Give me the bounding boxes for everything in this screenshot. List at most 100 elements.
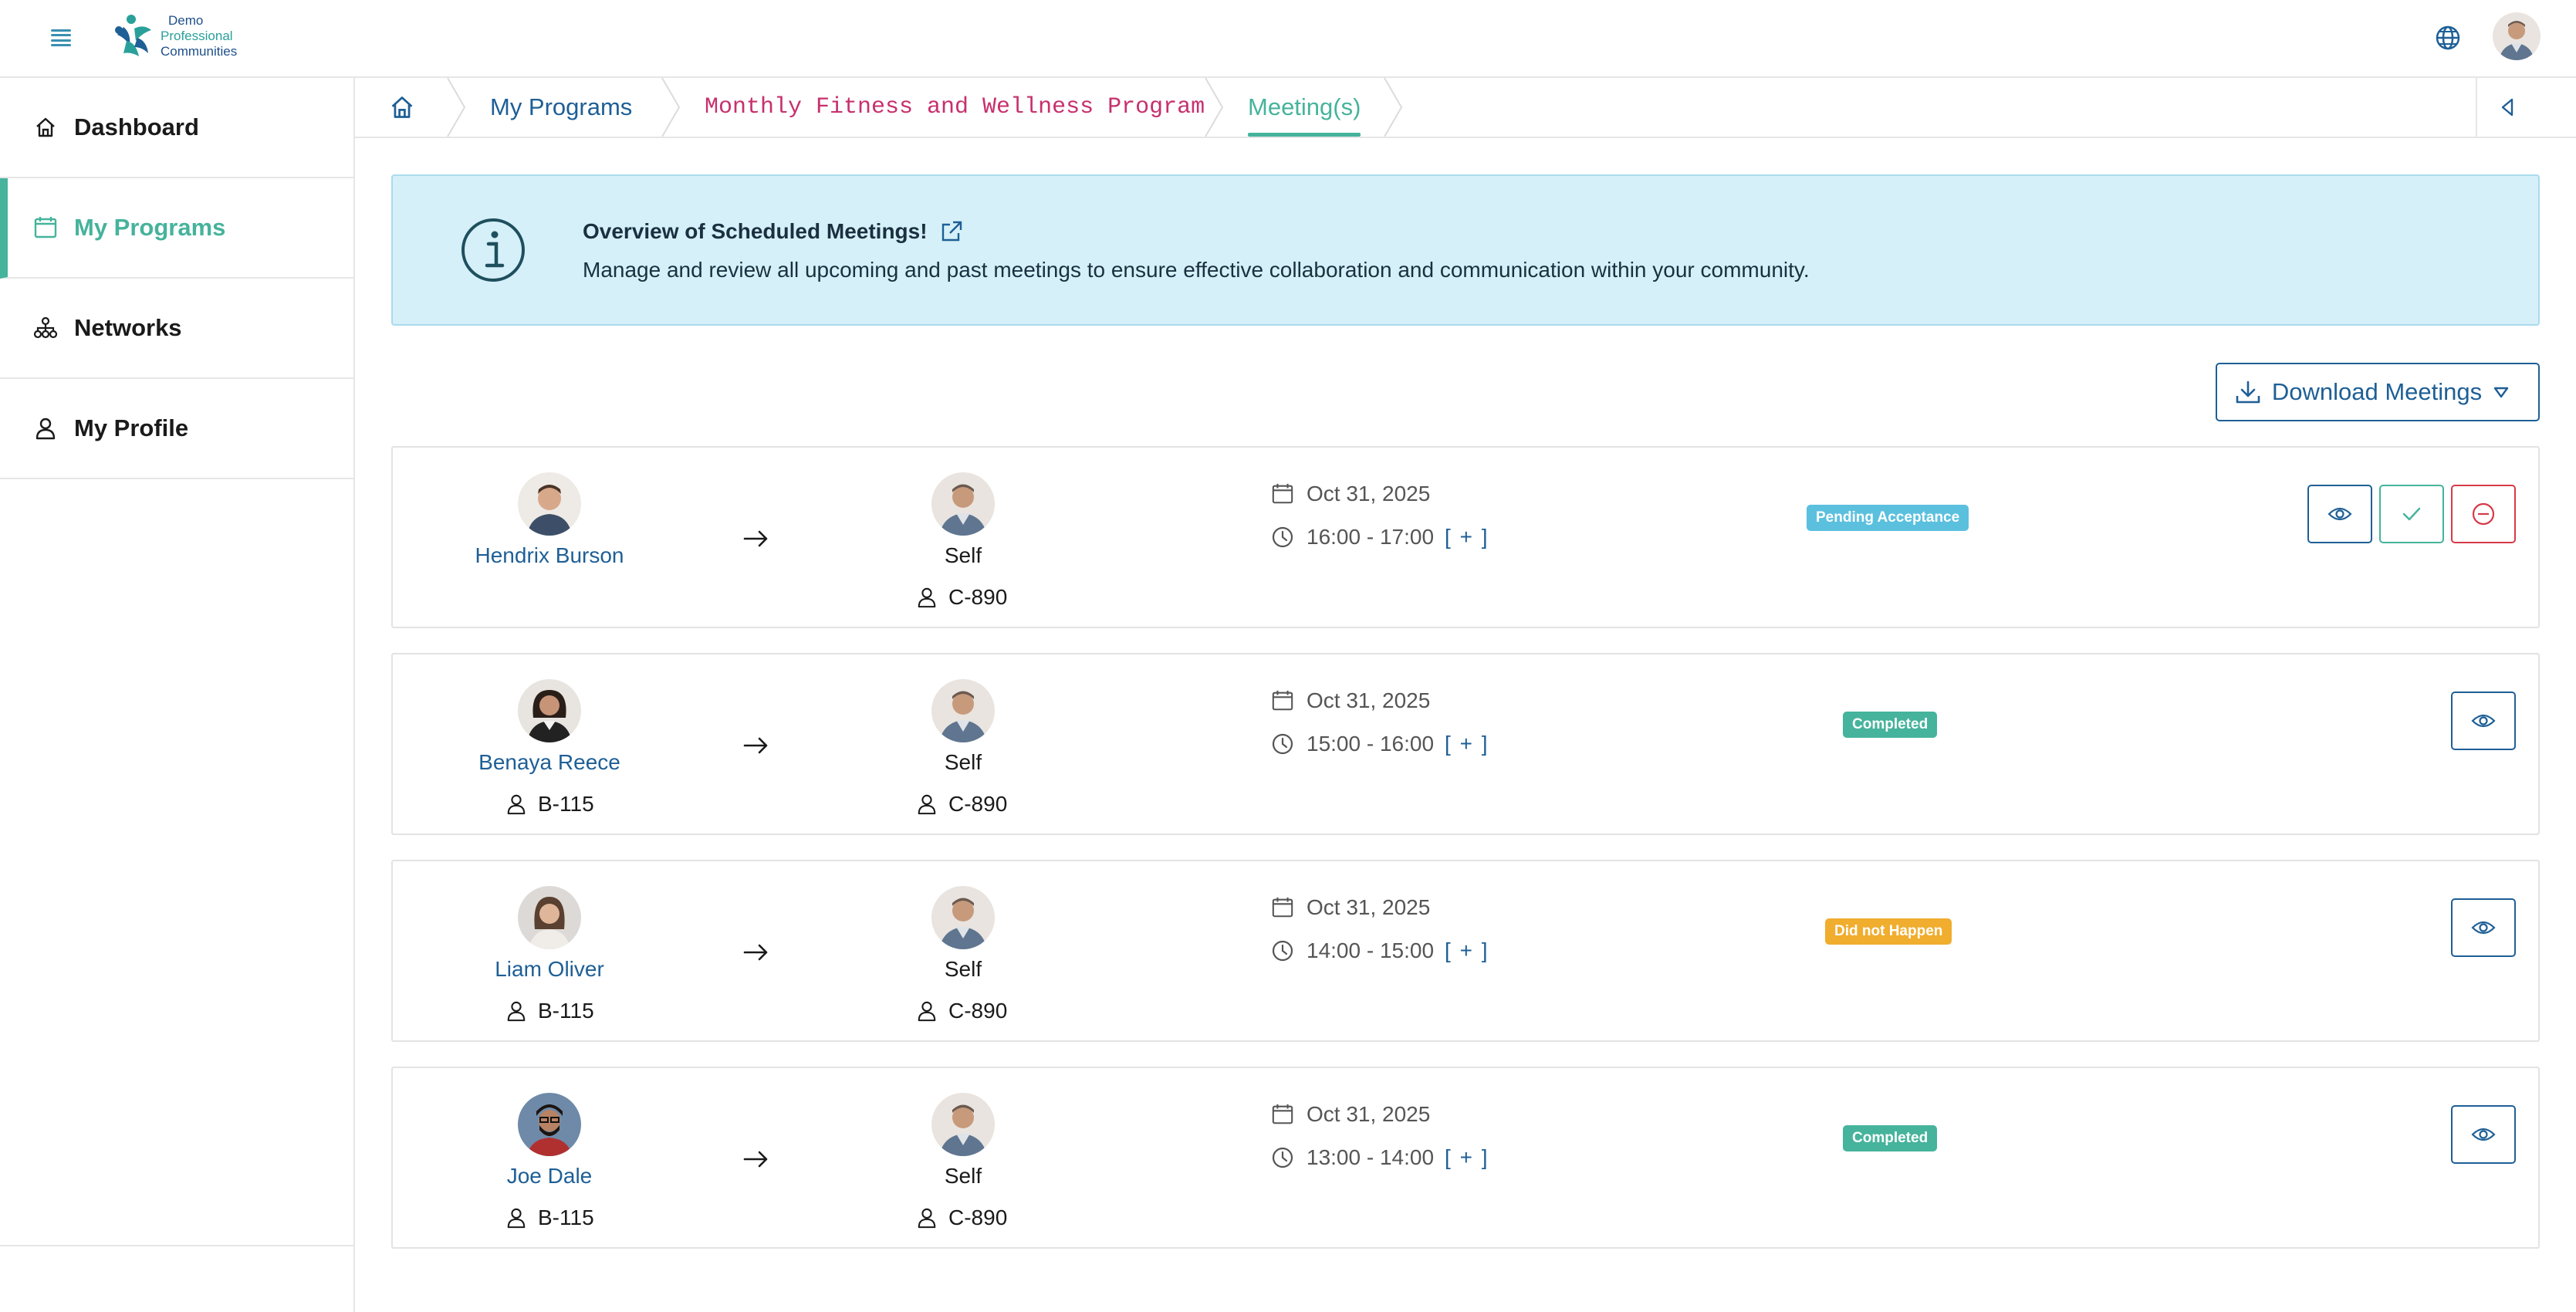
expand-time-link[interactable]: [ + ]	[1445, 525, 1489, 549]
check-icon	[2402, 507, 2421, 521]
user-icon	[918, 587, 936, 608]
breadcrumb: My Programs Monthly Fitness and Wellness…	[355, 78, 2576, 138]
meeting-time-text: 13:00 - 14:00	[1307, 1145, 1435, 1169]
user-avatar[interactable]	[2493, 12, 2541, 60]
external-link-icon[interactable]	[940, 220, 963, 243]
view-meeting-button[interactable]	[2307, 485, 2372, 543]
view-meeting-button[interactable]	[2451, 1105, 2516, 1164]
sidebar: Dashboard My Programs Networks My Profil…	[0, 78, 355, 1312]
info-title-text: Overview of Scheduled Meetings!	[583, 219, 928, 243]
breadcrumb-home[interactable]	[389, 78, 421, 137]
breadcrumb-separator	[1205, 78, 1224, 137]
meeting-card: Joe Dale B-115 Self C-890 Oct 31, 2025 1…	[391, 1067, 2540, 1249]
self-code-text: C-890	[948, 585, 1008, 609]
download-meetings-button[interactable]: Download Meetings	[2216, 363, 2540, 421]
meeting-time: 16:00 - 17:00 [ + ]	[1271, 525, 1489, 549]
clock-icon	[1272, 526, 1293, 548]
clock-icon	[1272, 1147, 1293, 1168]
attendee-code: B-115	[505, 999, 594, 1023]
meeting-date-text: Oct 31, 2025	[1307, 1102, 1431, 1126]
caret-left-icon	[2501, 98, 2513, 117]
eye-icon	[2471, 921, 2496, 935]
meeting-date: Oct 31, 2025	[1271, 1102, 1430, 1127]
user-icon	[507, 794, 526, 815]
meeting-card: Benaya Reece B-115 Self C-890 Oct 31, 20…	[391, 653, 2540, 835]
self-code: C-890	[916, 999, 1007, 1023]
reject-meeting-button[interactable]	[2451, 485, 2516, 543]
arrow-right-icon	[743, 944, 768, 961]
self-avatar[interactable]	[931, 679, 995, 742]
user-icon	[507, 1208, 526, 1229]
self-avatar[interactable]	[931, 1093, 995, 1156]
view-meeting-button[interactable]	[2451, 898, 2516, 957]
self-code: C-890	[916, 585, 1007, 610]
calendar-icon	[32, 215, 59, 241]
attendee-avatar[interactable]	[518, 886, 581, 949]
meeting-time-text: 15:00 - 16:00	[1307, 732, 1435, 756]
attendee-name[interactable]: Joe Dale	[434, 1164, 665, 1189]
attendee-code-text: B-115	[538, 999, 594, 1023]
menu-toggle-icon[interactable]	[48, 26, 74, 49]
breadcrumb-program[interactable]: Monthly Fitness and Wellness Program	[705, 78, 1205, 137]
calendar-icon	[1272, 483, 1293, 504]
info-icon	[461, 218, 525, 282]
self-name: Self	[944, 750, 982, 774]
expand-time-link[interactable]: [ + ]	[1445, 1145, 1489, 1170]
attendee-name[interactable]: Liam Oliver	[434, 957, 665, 982]
download-icon	[2236, 380, 2260, 404]
logo-mark-icon	[115, 15, 151, 56]
eye-icon	[2471, 714, 2496, 728]
view-meeting-button[interactable]	[2451, 692, 2516, 750]
network-icon	[32, 315, 59, 341]
download-meetings-label: Download Meetings	[2271, 378, 2483, 405]
attendee-code: B-115	[505, 792, 594, 817]
self-avatar[interactable]	[931, 472, 995, 536]
globe-icon[interactable]	[2433, 23, 2463, 52]
clock-icon	[1272, 733, 1293, 755]
attendee-name[interactable]: Hendrix Burson	[434, 543, 665, 568]
sidebar-item-dashboard[interactable]: Dashboard	[0, 78, 353, 178]
logo-line-3: Communities	[161, 44, 238, 59]
user-icon	[918, 794, 936, 815]
calendar-icon	[1272, 897, 1293, 918]
attendee-code-text: B-115	[538, 792, 594, 816]
self-avatar[interactable]	[931, 886, 995, 949]
info-title: Overview of Scheduled Meetings!	[583, 219, 963, 244]
minus-circle-icon	[2472, 502, 2495, 526]
logo[interactable]: Demo Professional Communities	[108, 9, 237, 63]
expand-time-link[interactable]: [ + ]	[1445, 938, 1489, 963]
user-icon	[918, 1001, 936, 1022]
logo-line-2: Professional	[161, 29, 233, 43]
logo-text: Demo Professional Communities	[161, 13, 237, 59]
self-code-text: C-890	[948, 792, 1008, 816]
sidebar-item-my-programs[interactable]: My Programs	[0, 178, 353, 279]
sidebar-item-label: My Programs	[74, 214, 226, 241]
top-bar: Demo Professional Communities	[0, 0, 2576, 78]
user-icon	[918, 1208, 936, 1229]
eye-icon	[2471, 1128, 2496, 1141]
attendee-avatar[interactable]	[518, 472, 581, 536]
attendee-name[interactable]: Benaya Reece	[434, 750, 665, 775]
status-badge: Completed	[1843, 712, 1938, 738]
accept-meeting-button[interactable]	[2379, 485, 2444, 543]
breadcrumb-separator	[661, 78, 681, 137]
arrow-right-icon	[743, 530, 768, 547]
meeting-time: 15:00 - 16:00 [ + ]	[1271, 732, 1489, 756]
arrow-right-icon	[743, 737, 768, 754]
self-name: Self	[944, 543, 982, 567]
breadcrumb-my-programs[interactable]: My Programs	[490, 78, 632, 137]
clock-icon	[1272, 940, 1293, 962]
breadcrumb-meetings[interactable]: Meeting(s)	[1248, 78, 1361, 137]
expand-time-link[interactable]: [ + ]	[1445, 732, 1489, 756]
collapse-panel-button[interactable]	[2476, 78, 2537, 137]
attendee-avatar[interactable]	[518, 679, 581, 742]
meeting-date-text: Oct 31, 2025	[1307, 482, 1431, 506]
status-badge: Did not Happen	[1825, 918, 1952, 945]
sidebar-item-my-profile[interactable]: My Profile	[0, 379, 353, 479]
breadcrumb-separator	[447, 78, 466, 137]
sidebar-item-label: My Profile	[74, 414, 189, 441]
attendee-avatar[interactable]	[518, 1093, 581, 1156]
breadcrumb-meetings-label: Meeting(s)	[1248, 93, 1361, 120]
sidebar-item-networks[interactable]: Networks	[0, 279, 353, 379]
home-icon	[32, 114, 59, 140]
